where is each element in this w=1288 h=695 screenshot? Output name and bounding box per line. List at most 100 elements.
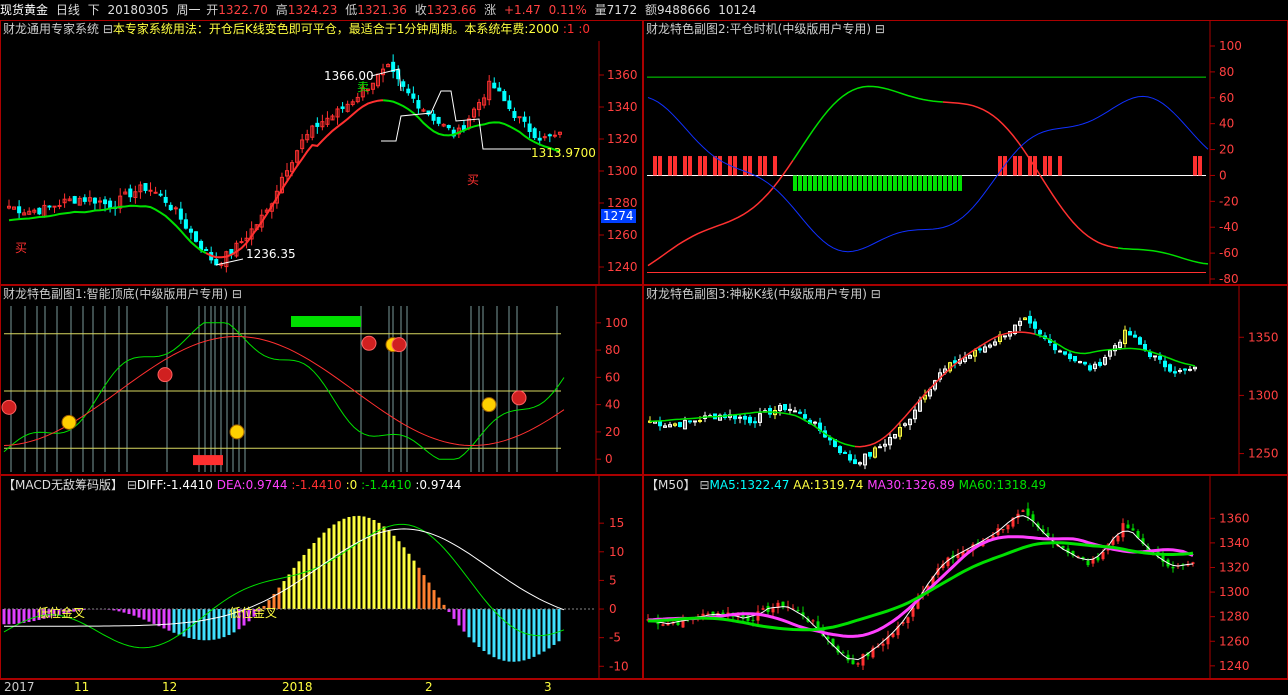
macd-x2: :0 — [345, 478, 358, 492]
sub3-chart[interactable]: 1350 1300 1250 — [644, 286, 1288, 475]
sub3-candle-body — [1068, 353, 1072, 360]
sub2-green-bar — [858, 175, 862, 191]
main-candle-body — [103, 199, 108, 205]
sub3-candle-body — [1053, 343, 1057, 351]
sub2-green-bar — [828, 175, 832, 191]
sub2-ytick-label: 40 — [1219, 117, 1234, 131]
ma-ma30: MA30:1326.89 — [867, 478, 955, 492]
date-axis: 2017 11 12 2018 2 3 — [0, 679, 1288, 695]
sub2-green-bar — [823, 175, 827, 191]
sub3-candle-body — [1038, 330, 1042, 335]
main-candle-body — [532, 128, 537, 139]
period-label[interactable]: 日线 — [56, 3, 80, 17]
sub1-panel-title: 财龙特色副图1:智能顶底(中级版用户专用) ⊟ — [3, 287, 242, 301]
sub3-candle-body — [1168, 364, 1172, 372]
main-label-low: 1236.35 — [246, 247, 296, 261]
sub2-green-bar — [908, 175, 912, 191]
macd-panel-title: 【MACD无敌筹码版】 ⊟DIFF:-1.4410 DEA:0.9744 :-1… — [3, 478, 461, 492]
sub3-candle-body — [678, 422, 682, 428]
sub2-ytick-label: -60 — [1219, 246, 1239, 260]
main-title-box-icon[interactable]: ⊟ — [103, 22, 113, 36]
volume-label: 量 — [594, 3, 607, 17]
ma-ytick-label: 1240 — [1219, 659, 1250, 673]
main-candle-body — [517, 116, 522, 119]
macd-panel[interactable]: 15 10 5 0 -5 -10 【MACD无敌筹码版】 ⊟DIFF:-1.4410 DE… — [0, 475, 643, 679]
sub3-ytick-label: 1350 — [1248, 330, 1279, 344]
main-candle-body — [406, 88, 411, 94]
sub2-title-box-icon[interactable]: ⊟ — [875, 22, 885, 36]
sub3-candle-body — [788, 408, 792, 411]
macd-x3: :-1.4410 — [361, 478, 412, 492]
macd-chart[interactable]: 15 10 5 0 -5 -10 — [1, 476, 643, 679]
sub2-chart[interactable]: 100 80 60 40 20 0 -20 -40 -60 -80 — [644, 21, 1288, 285]
symbol-name[interactable]: 现货黄金 — [0, 3, 48, 17]
main-candle-body — [507, 100, 512, 110]
main-candle-body — [497, 87, 502, 92]
sub2-green-bar — [913, 175, 917, 191]
sub1-chart[interactable]: 100 80 60 40 20 0 — [1, 286, 643, 475]
ma-candle-body — [661, 624, 665, 626]
sub2-green-bar — [943, 175, 947, 191]
ma-candle-body — [841, 652, 845, 654]
macd-ytick-label: 0 — [609, 602, 617, 616]
ma-candle-body — [851, 660, 855, 665]
sub3-mystery-kline-panel[interactable]: 1350 1300 1250 财龙特色副图3:神秘K线(中级版用户专用) ⊟ — [643, 285, 1288, 475]
date-label: 20180305 — [107, 3, 169, 17]
ma-candle-body — [1126, 524, 1130, 529]
sub2-green-bar — [868, 175, 872, 191]
sub2-green-bar — [843, 175, 847, 191]
sub1-title-box-icon[interactable]: ⊟ — [232, 287, 242, 301]
sub3-candle-body — [688, 420, 692, 423]
main-candle-body — [173, 207, 178, 210]
ma-panel[interactable]: 1360 1340 1320 1300 1280 1260 1240 【M50】 ⊟MA5:… — [643, 475, 1288, 679]
sub2-close-timing-panel[interactable]: 100 80 60 40 20 0 -20 -40 -60 -80 财龙特色副图2:平仓时机(中级… — [643, 20, 1288, 285]
hold-value: 10124 — [718, 3, 757, 17]
main-candle-body — [17, 206, 22, 214]
main-candle-body — [492, 82, 497, 89]
ma-title-box-icon[interactable]: ⊟ — [699, 478, 709, 492]
low-value: 1321.36 — [357, 3, 407, 17]
sub2-red-bar — [743, 156, 747, 176]
sub2-red-bar — [1193, 156, 1197, 176]
main-candle-body — [502, 91, 507, 102]
sub2-red-bar — [763, 156, 767, 176]
main-ytick-label: 1240 — [607, 260, 638, 274]
sub2-green-bar — [863, 175, 867, 191]
sub3-candle-body — [1163, 360, 1167, 368]
sub1-top-bottom-panel[interactable]: 100 80 60 40 20 0 财龙特色副图1:智能顶底(中级版用户专用) ⊟ — [0, 285, 643, 475]
sub2-red-bar — [1013, 156, 1017, 176]
macd-title-box-icon[interactable]: ⊟ — [127, 478, 137, 492]
sub1-sell-dot — [157, 367, 173, 383]
sub3-candle-body — [748, 416, 752, 424]
main-candle-body — [194, 231, 199, 242]
quote-header: 现货黄金 日线 下 20180305 周一 开1322.70 高1324.23 … — [0, 0, 1288, 20]
sub3-candle-body — [853, 459, 857, 465]
ma-candle-body — [1001, 529, 1005, 531]
ma-candle-body — [1171, 566, 1175, 569]
main-candle-body — [72, 196, 77, 204]
sub2-ytick-label: 60 — [1219, 91, 1234, 105]
sub2-red-bar — [1058, 156, 1062, 176]
sub2-osc-green — [792, 85, 944, 161]
ma-chart[interactable]: 1360 1340 1320 1300 1280 1260 1240 — [644, 476, 1288, 679]
sub2-red-bar — [698, 156, 702, 176]
x-label-1: 11 — [74, 680, 90, 694]
sub2-green-bar — [833, 175, 837, 191]
sub1-buy-dot — [481, 397, 497, 413]
sub1-top-bar-block — [291, 316, 361, 327]
main-kline-panel[interactable]: 1360 1340 1320 1300 1280 1260 1240 财龙通用专家系统 ⊟本… — [0, 20, 643, 285]
main-candle-body — [82, 197, 87, 202]
main-candle-body — [148, 189, 153, 192]
sub3-candle-body — [1073, 355, 1077, 362]
macd-ytick-label: -10 — [609, 659, 629, 673]
change-value: +1.47 — [504, 3, 541, 17]
sub2-ytick-label: -40 — [1219, 220, 1239, 234]
sub1-ytick-label: 20 — [605, 425, 620, 439]
sub3-title-box-icon[interactable]: ⊟ — [871, 287, 881, 301]
sub2-ytick-label: 100 — [1219, 39, 1242, 53]
sub2-green-bar — [933, 175, 937, 191]
sub2-red-bar — [668, 156, 672, 176]
sub2-green-bar — [953, 175, 957, 191]
main-candle-body — [527, 123, 532, 133]
main-param-1: :1 — [562, 22, 575, 36]
